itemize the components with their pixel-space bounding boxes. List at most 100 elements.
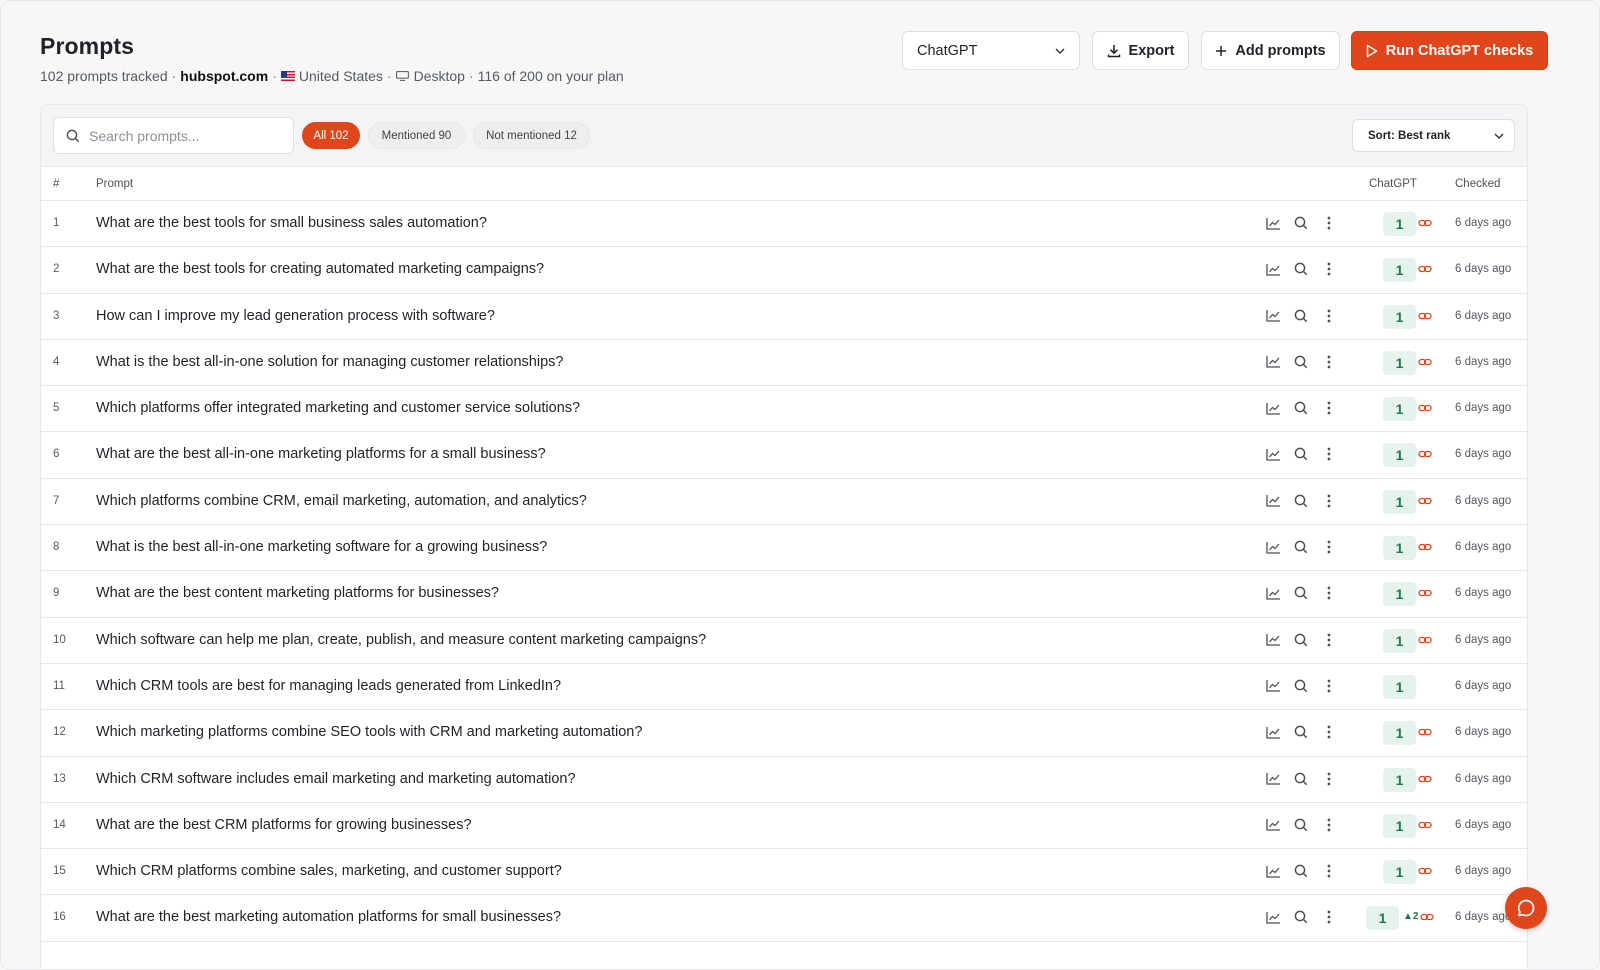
chat-support-button[interactable] <box>1505 887 1547 929</box>
trend-chart-icon[interactable] <box>1264 908 1282 926</box>
rank-badge[interactable]: 1 <box>1383 813 1416 838</box>
link-icon[interactable] <box>1418 262 1432 276</box>
prompt-text[interactable]: What is the best all-in-one solution for… <box>96 354 563 370</box>
table-row[interactable]: 1 What are the best tools for small busin… <box>41 201 1527 248</box>
trend-chart-icon[interactable] <box>1264 260 1282 278</box>
rank-badge[interactable]: 1 <box>1383 674 1416 699</box>
link-icon[interactable] <box>1418 633 1432 647</box>
trend-chart-icon[interactable] <box>1264 492 1282 510</box>
prompt-text[interactable]: What are the best tools for creating aut… <box>96 261 544 277</box>
more-vertical-icon[interactable] <box>1320 445 1338 463</box>
more-vertical-icon[interactable] <box>1320 492 1338 510</box>
prompt-text[interactable]: Which CRM platforms combine sales, marke… <box>96 863 562 879</box>
link-icon[interactable] <box>1418 540 1432 554</box>
prompt-text[interactable]: What are the best content marketing plat… <box>96 585 499 601</box>
trend-chart-icon[interactable] <box>1264 770 1282 788</box>
more-vertical-icon[interactable] <box>1320 770 1338 788</box>
search-icon[interactable] <box>1292 677 1310 695</box>
prompt-text[interactable]: Which CRM software includes email market… <box>96 771 576 787</box>
table-row[interactable]: 8 What is the best all-in-one marketing s… <box>41 525 1527 572</box>
more-vertical-icon[interactable] <box>1320 816 1338 834</box>
more-vertical-icon[interactable] <box>1320 307 1338 325</box>
rank-badge[interactable]: 1 <box>1383 350 1416 375</box>
filter-chip-not-mentioned[interactable]: Not mentioned 12 <box>473 122 590 149</box>
link-icon[interactable] <box>1418 864 1432 878</box>
more-vertical-icon[interactable] <box>1320 908 1338 926</box>
search-icon[interactable] <box>1292 538 1310 556</box>
rank-badge[interactable]: 1 <box>1383 212 1416 236</box>
more-vertical-icon[interactable] <box>1320 723 1338 741</box>
prompt-text[interactable]: What are the best marketing automation p… <box>96 909 561 925</box>
trend-chart-icon[interactable] <box>1264 723 1282 741</box>
link-icon[interactable] <box>1418 772 1432 786</box>
trend-chart-icon[interactable] <box>1264 353 1282 371</box>
prompt-text[interactable]: What is the best all-in-one marketing so… <box>96 539 547 555</box>
column-header-checked[interactable]: Checked <box>1455 178 1500 190</box>
table-row[interactable]: 6 What are the best all-in-one marketing … <box>41 432 1527 479</box>
more-vertical-icon[interactable] <box>1320 214 1338 232</box>
prompt-text[interactable]: What are the best all-in-one marketing p… <box>96 446 546 462</box>
rank-badge[interactable]: 1 <box>1366 906 1399 931</box>
search-icon[interactable] <box>1292 723 1310 741</box>
filter-chip-all[interactable]: All 102 <box>302 122 360 149</box>
prompt-text[interactable]: Which CRM tools are best for managing le… <box>96 678 561 694</box>
table-row[interactable]: 5 Which platforms offer integrated market… <box>41 386 1527 433</box>
search-icon[interactable] <box>1292 260 1310 278</box>
more-vertical-icon[interactable] <box>1320 399 1338 417</box>
table-row[interactable]: 11 Which CRM tools are best for managing … <box>41 664 1527 711</box>
table-row[interactable]: 13 Which CRM software includes email mark… <box>41 757 1527 803</box>
trend-chart-icon[interactable] <box>1264 307 1282 325</box>
link-icon[interactable] <box>1418 494 1432 508</box>
search-icon[interactable] <box>1292 584 1310 602</box>
more-vertical-icon[interactable] <box>1320 353 1338 371</box>
filter-chip-mentioned[interactable]: Mentioned 90 <box>368 122 465 149</box>
sort-select[interactable]: Sort: Best rank <box>1352 119 1515 152</box>
more-vertical-icon[interactable] <box>1320 862 1338 880</box>
prompt-text[interactable]: What are the best tools for small busine… <box>96 215 487 231</box>
search-icon[interactable] <box>1292 399 1310 417</box>
link-icon[interactable] <box>1420 910 1434 924</box>
search-icon[interactable] <box>1292 214 1310 232</box>
search-icon[interactable] <box>1292 862 1310 880</box>
more-vertical-icon[interactable] <box>1320 631 1338 649</box>
rank-badge[interactable]: 1 <box>1383 397 1416 422</box>
link-icon[interactable] <box>1418 216 1432 230</box>
trend-chart-icon[interactable] <box>1264 816 1282 834</box>
prompt-text[interactable]: What are the best CRM platforms for grow… <box>96 817 472 833</box>
prompt-text[interactable]: Which platforms combine CRM, email marke… <box>96 493 587 509</box>
table-row[interactable]: 4 What is the best all-in-one solution fo… <box>41 340 1527 387</box>
link-icon[interactable] <box>1418 309 1432 323</box>
search-icon[interactable] <box>1292 307 1310 325</box>
add-prompts-button[interactable]: Add prompts <box>1201 31 1340 70</box>
trend-chart-icon[interactable] <box>1264 214 1282 232</box>
table-row[interactable]: 7 Which platforms combine CRM, email mark… <box>41 479 1527 526</box>
table-row[interactable]: 3 How can I improve my lead generation pr… <box>41 294 1527 340</box>
link-icon[interactable] <box>1418 586 1432 600</box>
link-icon[interactable] <box>1418 818 1432 832</box>
engine-select[interactable]: ChatGPT <box>902 31 1080 70</box>
table-row[interactable]: 10 Which software can help me plan, creat… <box>41 618 1527 664</box>
more-vertical-icon[interactable] <box>1320 584 1338 602</box>
rank-badge[interactable]: 1 <box>1383 536 1416 561</box>
table-row[interactable]: 9 What are the best content marketing pla… <box>41 571 1527 618</box>
export-button[interactable]: Export <box>1092 31 1189 70</box>
table-row[interactable]: 2 What are the best tools for creating au… <box>41 247 1527 294</box>
trend-chart-icon[interactable] <box>1264 584 1282 602</box>
prompt-text[interactable]: Which software can help me plan, create,… <box>96 632 706 648</box>
link-icon[interactable] <box>1418 725 1432 739</box>
rank-badge[interactable]: 1 <box>1383 582 1416 607</box>
search-icon[interactable] <box>1292 908 1310 926</box>
link-icon[interactable] <box>1418 447 1432 461</box>
link-icon[interactable] <box>1418 355 1432 369</box>
more-vertical-icon[interactable] <box>1320 677 1338 695</box>
more-vertical-icon[interactable] <box>1320 260 1338 278</box>
prompt-text[interactable]: Which platforms offer integrated marketi… <box>96 400 580 416</box>
search-input[interactable] <box>89 127 279 144</box>
trend-chart-icon[interactable] <box>1264 538 1282 556</box>
link-icon[interactable] <box>1418 401 1432 415</box>
more-vertical-icon[interactable] <box>1320 538 1338 556</box>
run-checks-button[interactable]: Run ChatGPT checks <box>1351 31 1548 70</box>
rank-badge[interactable]: 1 <box>1383 767 1416 792</box>
search-icon[interactable] <box>1292 770 1310 788</box>
search-box[interactable] <box>53 117 294 154</box>
